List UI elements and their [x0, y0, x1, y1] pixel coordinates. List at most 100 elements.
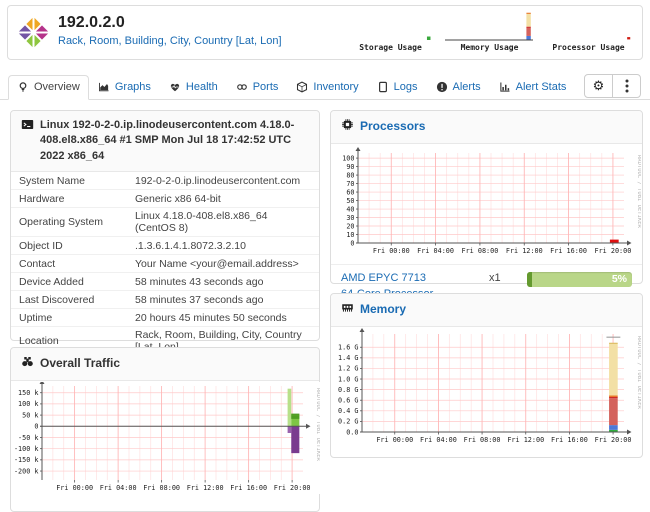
- mini-graph-memory-usage[interactable]: Memory Usage: [440, 9, 539, 52]
- svg-text:Fri 04:00: Fri 04:00: [417, 247, 454, 255]
- row-value: Generic x86 64-bit: [127, 190, 319, 208]
- svg-text:-150 k: -150 k: [14, 457, 39, 465]
- svg-text:0.2 G: 0.2 G: [338, 418, 358, 426]
- tab-label: Alert Stats: [516, 81, 567, 93]
- ram-icon: [341, 301, 354, 319]
- mini-graph-label: Memory Usage: [461, 43, 519, 52]
- system-info-row: Uptime20 hours 45 minutes 50 seconds: [11, 309, 319, 327]
- cpu-count: x1: [489, 271, 527, 284]
- tab-inventory[interactable]: Inventory: [287, 75, 367, 100]
- svg-text:Fri 16:00: Fri 16:00: [230, 484, 267, 492]
- tab-overview[interactable]: Overview: [8, 75, 89, 100]
- svg-text:Fri 00:00: Fri 00:00: [376, 436, 413, 444]
- logs-icon: [377, 81, 389, 93]
- memory-graph[interactable]: 0.00.2 G0.4 G0.6 G0.8 G1.0 G1.2 G1.4 G1.…: [332, 328, 641, 448]
- processors-header: Processors: [331, 111, 642, 144]
- system-banner-text: Linux 192-0-2-0.ip.linodeusercontent.com…: [40, 118, 309, 164]
- row-value: 192-0-2-0.ip.linodeusercontent.com: [127, 172, 319, 190]
- svg-text:50: 50: [346, 197, 354, 205]
- svg-text:Fri 12:00: Fri 12:00: [506, 247, 543, 255]
- svg-text:10: 10: [346, 231, 354, 239]
- svg-text:100: 100: [342, 155, 354, 163]
- memory-header: Memory: [331, 294, 642, 327]
- terminal-icon: [21, 118, 34, 136]
- row-label: Uptime: [11, 309, 127, 327]
- svg-text:Fri 08:00: Fri 08:00: [464, 436, 501, 444]
- tab-ports[interactable]: Ports: [227, 75, 288, 100]
- device-name: 192.0.2.0: [58, 14, 125, 32]
- gear-icon: ⚙: [593, 78, 605, 94]
- svg-text:20: 20: [346, 223, 354, 231]
- cpu-usage-fill: [527, 272, 532, 287]
- svg-text:-200 k: -200 k: [14, 468, 39, 476]
- tab-logs[interactable]: Logs: [368, 75, 427, 100]
- device-tab-bar: Overview Graphs HealthPorts Inventory Logs Al…: [0, 72, 650, 100]
- svg-text:Fri 12:00: Fri 12:00: [187, 484, 224, 492]
- svg-text:Fri 20:00: Fri 20:00: [595, 436, 632, 444]
- tab-graphs[interactable]: Graphs: [89, 75, 160, 100]
- alertstats-icon: [499, 81, 511, 93]
- lightbulb-icon: [17, 81, 29, 93]
- tab-label: Graphs: [115, 81, 151, 93]
- row-value: 20 hours 45 minutes 50 seconds: [127, 309, 319, 327]
- binoculars-icon: [21, 355, 34, 373]
- inventory-icon: [296, 81, 308, 93]
- system-info-row: Object ID.1.3.6.1.4.1.8072.3.2.10: [11, 237, 319, 255]
- cpu-usage-percent: 5%: [612, 272, 627, 287]
- overall-traffic-graph[interactable]: 050 k100 k150 k-50 k-100 k-150 k-200 kFr…: [12, 382, 320, 494]
- svg-text:Fri 00:00: Fri 00:00: [373, 247, 410, 255]
- tab-health[interactable]: Health: [160, 75, 227, 100]
- tab-alerts[interactable]: Alerts: [427, 75, 490, 100]
- svg-text:RRDTOOL / TOBI OETIKER: RRDTOOL / TOBI OETIKER: [315, 388, 320, 462]
- kebab-icon: [625, 79, 629, 93]
- svg-text:Fri 16:00: Fri 16:00: [551, 436, 588, 444]
- svg-text:0.8 G: 0.8 G: [338, 386, 358, 394]
- header-mini-graphs: Storage Usage Memory Usage Processor Usage: [341, 9, 638, 52]
- row-label: System Name: [11, 172, 127, 190]
- tab-label: Inventory: [313, 81, 358, 93]
- graphs-icon: [98, 81, 110, 93]
- processors-graph[interactable]: 0102030405060708090100Fri 00:00Fri 04:00…: [332, 145, 641, 259]
- memory-panel: Memory 0.00.2 G0.4 G0.6 G0.8 G1.0 G1.2 G…: [330, 293, 643, 458]
- tab-alert-stats[interactable]: Alert Stats: [490, 75, 576, 100]
- row-value: Linux 4.18.0-408.el8.x86_64 (CentOS 8): [127, 208, 319, 237]
- row-value: .1.3.6.1.4.1.8072.3.2.10: [127, 237, 319, 255]
- svg-text:0.0: 0.0: [346, 429, 358, 437]
- row-label: Contact: [11, 255, 127, 273]
- svg-text:Fri 08:00: Fri 08:00: [461, 247, 498, 255]
- row-value: 58 minutes 37 seconds ago: [127, 291, 319, 309]
- svg-text:Fri 04:00: Fri 04:00: [100, 484, 137, 492]
- tab-label: Alerts: [453, 81, 481, 93]
- svg-text:Fri 08:00: Fri 08:00: [143, 484, 180, 492]
- system-info-header: Linux 192-0-2-0.ip.linodeusercontent.com…: [11, 111, 319, 172]
- memory-title-link[interactable]: Memory: [360, 301, 632, 318]
- overall-traffic-header: Overall Traffic: [11, 348, 319, 381]
- cpu-usage-progress-bar: 5%: [527, 272, 632, 287]
- svg-text:-50 k: -50 k: [18, 434, 38, 442]
- system-info-table: System Name192-0-2-0.ip.linodeuserconten…: [11, 172, 319, 375]
- processors-panel: Processors 0102030405060708090100Fri 00:…: [330, 110, 643, 284]
- health-icon: [169, 81, 181, 93]
- mini-graph-storage-usage[interactable]: Storage Usage: [341, 9, 440, 52]
- device-toolbar-buttons: ⚙: [584, 74, 641, 98]
- svg-text:RRDTOOL / TOBI OETIKER: RRDTOOL / TOBI OETIKER: [636, 155, 641, 229]
- tab-label: Overview: [34, 81, 80, 93]
- system-info-panel: Linux 192-0-2-0.ip.linodeusercontent.com…: [10, 110, 320, 341]
- system-info-row: Device Added58 minutes 43 seconds ago: [11, 273, 319, 291]
- system-info-row: HardwareGeneric x86 64-bit: [11, 190, 319, 208]
- row-value: 58 minutes 43 seconds ago: [127, 273, 319, 291]
- centos-logo-icon: [17, 16, 50, 54]
- mini-graph-processor-usage[interactable]: Processor Usage: [539, 9, 638, 52]
- svg-text:0: 0: [350, 240, 354, 248]
- overall-traffic-title: Overall Traffic: [40, 355, 309, 372]
- settings-gear-button[interactable]: ⚙: [585, 75, 612, 97]
- processors-title-link[interactable]: Processors: [360, 118, 632, 135]
- microchip-icon: [341, 118, 354, 136]
- svg-text:1.4 G: 1.4 G: [338, 355, 358, 363]
- svg-text:70: 70: [346, 180, 354, 188]
- device-location-link[interactable]: Rack, Room, Building, City, Country [Lat…: [58, 35, 282, 47]
- svg-text:Fri 20:00: Fri 20:00: [274, 484, 311, 492]
- more-options-kebab-button[interactable]: [612, 75, 640, 97]
- mini-graph-label: Processor Usage: [552, 43, 624, 52]
- svg-text:0.6 G: 0.6 G: [338, 397, 358, 405]
